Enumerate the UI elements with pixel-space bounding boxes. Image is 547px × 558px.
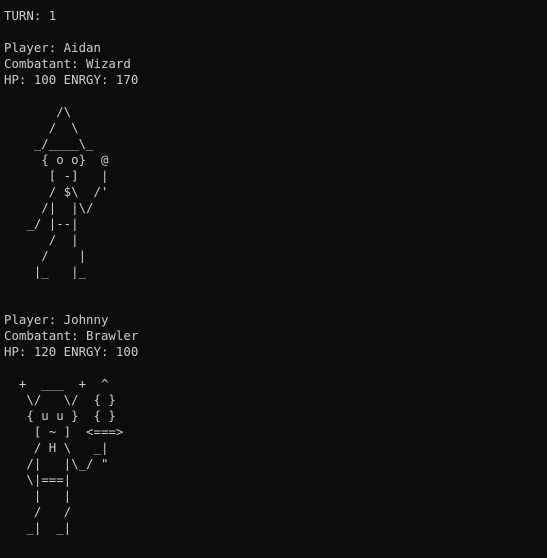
terminal-window[interactable]: TURN: 1 Player: Aidan Combatant: Wizard … <box>0 0 547 558</box>
ascii-art-line: \/ \/ { } <box>4 392 116 407</box>
ascii-art-line: + ___ + ^ <box>4 376 109 391</box>
ascii-art-line: /| |\/ <box>4 200 94 215</box>
ascii-art-line <box>4 360 547 376</box>
ascii-art-line: \|===| <box>4 472 72 487</box>
player-1-stats: HP: 100 ENRGY: 170 <box>4 72 139 87</box>
ascii-art-line: | | <box>4 488 72 503</box>
player-1-name: Player: Aidan <box>4 40 101 55</box>
player-2-stats: HP: 120 ENRGY: 100 <box>4 344 139 359</box>
player-2-name: Player: Johnny <box>4 312 109 327</box>
ascii-art-line: / $\ /' <box>4 184 109 199</box>
ascii-art-line: _/ |--| <box>4 216 79 231</box>
ascii-art-line: [ ~ ] <===> <box>4 424 124 439</box>
ascii-art-line: |_ |_ <box>4 264 87 279</box>
ascii-art-line: /| |\_/ " <box>4 456 109 471</box>
ascii-art-line: / / <box>4 504 72 519</box>
ascii-art-line: _/____\_ <box>4 136 94 151</box>
ascii-art-line: /\ <box>4 104 72 119</box>
ascii-art-line <box>4 88 547 104</box>
turn-counter: TURN: 1 <box>4 8 57 23</box>
player-1-panel: Player: Aidan Combatant: Wizard HP: 100 … <box>4 40 547 280</box>
wizard-ascii-art: /\ / \ _/____\_ { o o} @ [ -] | / $\ /' … <box>4 88 547 280</box>
ascii-art-line: [ -] | <box>4 168 109 183</box>
ascii-art-line: / | <box>4 248 87 263</box>
ascii-art-line: _| _| <box>4 520 72 535</box>
player-2-panel: Player: Johnny Combatant: Brawler HP: 12… <box>4 312 547 536</box>
ascii-art-line: / | <box>4 232 79 247</box>
brawler-ascii-art: + ___ + ^ \/ \/ { } { u u } { } [ ~ ] <=… <box>4 360 547 536</box>
player-2-combatant: Combatant: Brawler <box>4 328 139 343</box>
ascii-art-line: / \ <box>4 120 79 135</box>
ascii-art-line: { o o} @ <box>4 152 109 167</box>
ascii-art-line: { u u } { } <box>4 408 116 423</box>
player-1-combatant: Combatant: Wizard <box>4 56 131 71</box>
ascii-art-line: / H \ _| <box>4 440 109 455</box>
